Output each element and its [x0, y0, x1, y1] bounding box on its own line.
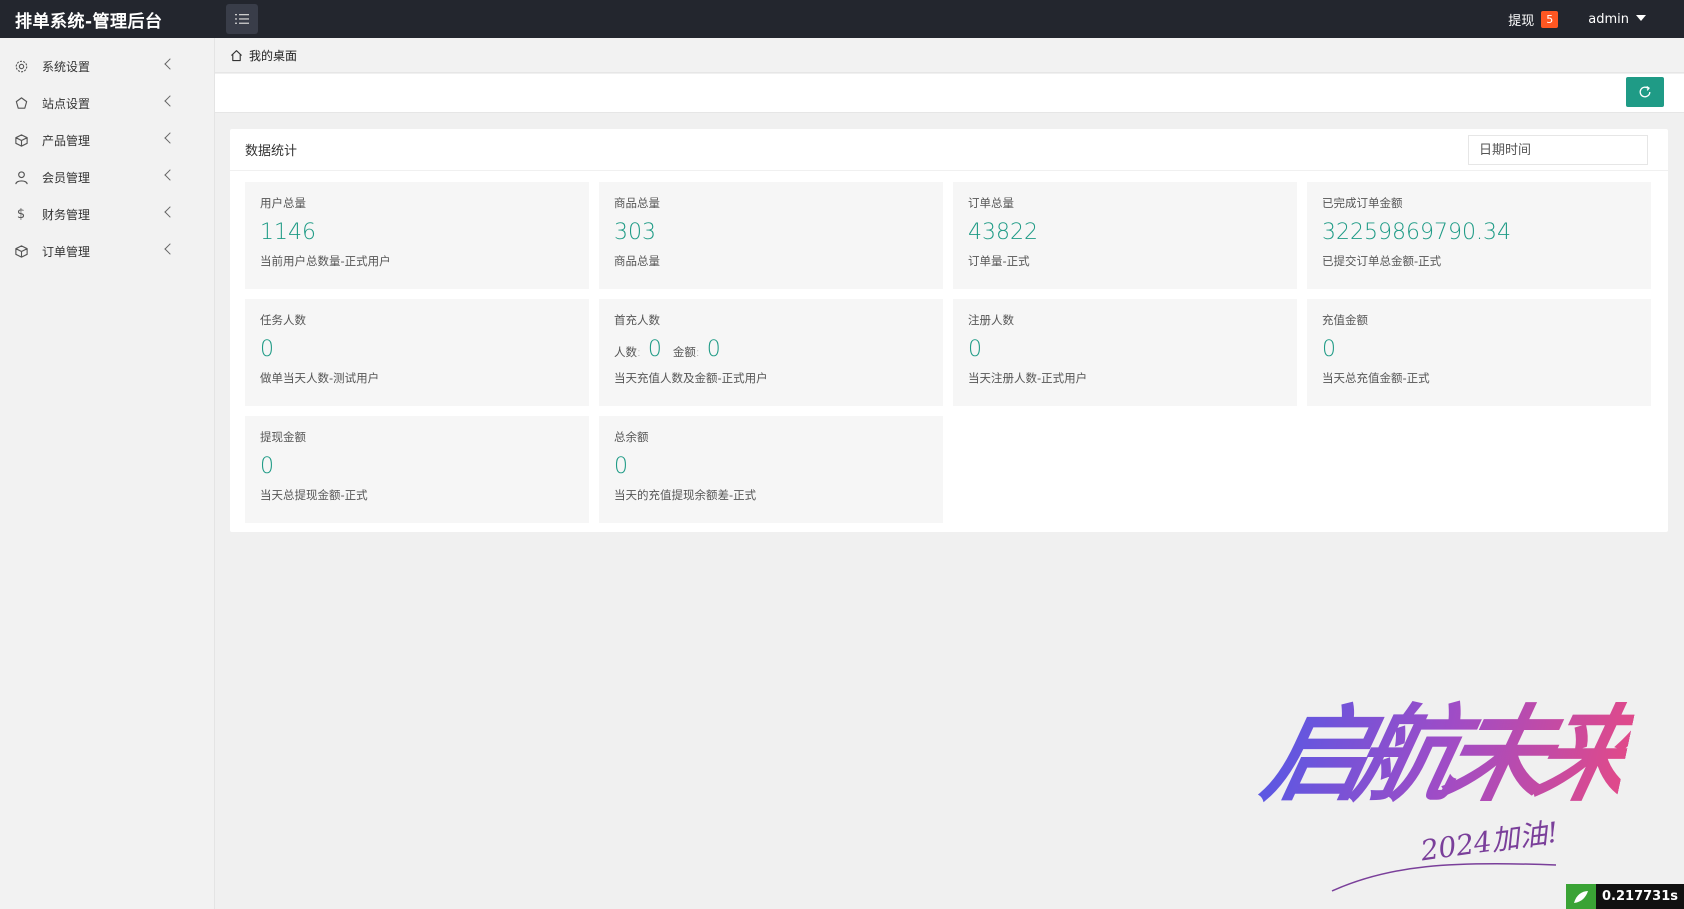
- stat-value: 0: [1322, 337, 1336, 362]
- stat-description: 订单量-正式: [968, 254, 1030, 268]
- sidebar-item-label: 产品管理: [42, 134, 91, 148]
- count-label: 人数:: [614, 345, 641, 359]
- stat-value: 0: [260, 454, 274, 479]
- dollar-icon: $: [16, 207, 26, 222]
- stat-title: 首充人数: [614, 313, 660, 327]
- stats-panel: 数据统计 用户总量 1146 当前用户总数量-正式用户 商品总量 303 商品总…: [230, 129, 1668, 532]
- sidebar-item-label: 系统设置: [42, 60, 91, 74]
- stat-title: 用户总量: [260, 196, 306, 210]
- stat-card-recharge-amount: 充值金额 0 当天总充值金额-正式: [1307, 299, 1651, 406]
- list-icon: [235, 14, 249, 24]
- refresh-button[interactable]: [1626, 77, 1664, 107]
- amount-value: 0: [706, 337, 721, 362]
- stat-description: 已提交订单总金额-正式: [1322, 254, 1442, 268]
- stats-grid: 用户总量 1146 当前用户总数量-正式用户 商品总量 303 商品总量 订单总…: [245, 182, 1653, 523]
- stat-card-total-balance: 总余额 0 当天的充值提现余额差-正式: [599, 416, 943, 523]
- stats-panel-header: 数据统计: [230, 129, 1668, 171]
- sidebar-item-label: 站点设置: [42, 97, 91, 111]
- sidebar-item-product-management[interactable]: 产品管理: [0, 122, 214, 159]
- box-icon: [13, 133, 29, 149]
- stat-value: 0: [260, 337, 274, 362]
- sidebar-item-site-settings[interactable]: 站点设置: [0, 85, 214, 122]
- user-name: admin: [1588, 11, 1629, 27]
- stat-card-completed-order-amount: 已完成订单金额 32259869790.34 已提交订单总金额-正式: [1307, 182, 1651, 289]
- stat-value: 303: [614, 220, 656, 245]
- top-header: 排单系统-管理后台 提现 5 admin: [0, 0, 1684, 38]
- stat-value: 1146: [260, 220, 316, 245]
- chevron-left-icon: [164, 58, 176, 70]
- stat-card-first-recharge: 首充人数 人数: 0 金额: 0 当天充值人数及金额-正式用户: [599, 299, 943, 406]
- withdraw-label: 提现: [1508, 13, 1535, 29]
- stat-card-registrations: 注册人数 0 当天注册人数-正式用户: [953, 299, 1297, 406]
- stat-description: 做单当天人数-测试用户: [260, 371, 380, 385]
- gear-icon: [13, 59, 29, 75]
- caret-down-icon: [1636, 14, 1646, 21]
- stat-description: 当天总提现金额-正式: [260, 488, 368, 502]
- sidebar-item-order-management[interactable]: 订单管理: [0, 233, 214, 270]
- stat-value: 43822: [968, 220, 1038, 245]
- stats-panel-title: 数据统计: [245, 144, 298, 159]
- watermark-main-text: 启航未来: [1252, 670, 1644, 821]
- leaf-icon: [1566, 884, 1596, 909]
- stat-title: 已完成订单金额: [1322, 196, 1403, 210]
- box-icon: [13, 244, 29, 260]
- stat-title: 总余额: [614, 430, 649, 444]
- chevron-left-icon: [164, 95, 176, 107]
- sidebar-item-system-settings[interactable]: 系统设置: [0, 48, 214, 85]
- withdraw-link[interactable]: 提现 5: [1508, 10, 1559, 29]
- stat-description: 当天总充值金额-正式: [1322, 371, 1430, 385]
- home-icon: [231, 49, 242, 61]
- sidebar-item-finance-management[interactable]: $ 财务管理: [0, 196, 214, 233]
- chevron-left-icon: [164, 206, 176, 218]
- date-time-input[interactable]: [1468, 135, 1648, 165]
- chevron-left-icon: [164, 169, 176, 181]
- app-title: 排单系统-管理后台: [15, 11, 163, 32]
- page-timer: 0.217731s: [1566, 884, 1684, 909]
- stat-title: 订单总量: [968, 196, 1014, 210]
- sidebar-item-label: 财务管理: [42, 208, 91, 222]
- sidebar-item-label: 订单管理: [42, 245, 91, 259]
- stat-title: 注册人数: [968, 313, 1014, 327]
- stat-description: 当天的充值提现余额差-正式: [614, 488, 757, 502]
- watermark-logo: 启航未来 2024加油!: [1250, 670, 1680, 900]
- stat-description: 当天注册人数-正式用户: [968, 371, 1088, 385]
- breadcrumb-current[interactable]: 我的桌面: [249, 47, 297, 64]
- cycle-icon: [13, 96, 29, 112]
- stat-title: 提现金额: [260, 430, 306, 444]
- chevron-left-icon: [164, 243, 176, 255]
- stat-title: 任务人数: [260, 313, 306, 327]
- stat-card-total-orders: 订单总量 43822 订单量-正式: [953, 182, 1297, 289]
- user-icon: [13, 170, 29, 186]
- stat-value: 0: [968, 337, 982, 362]
- timer-value: 0.217731s: [1596, 884, 1684, 909]
- stat-card-task-users: 任务人数 0 做单当天人数-测试用户: [245, 299, 589, 406]
- withdraw-badge: 5: [1541, 10, 1559, 28]
- stat-card-total-users: 用户总量 1146 当前用户总数量-正式用户: [245, 182, 589, 289]
- refresh-icon: [1639, 86, 1651, 98]
- sidebar-item-label: 会员管理: [42, 171, 91, 185]
- stat-card-total-products: 商品总量 303 商品总量: [599, 182, 943, 289]
- count-value: 0: [647, 337, 662, 362]
- sidebar: 系统设置 站点设置 产品管理 会员管理 $ 财务管理 订单管理: [0, 38, 215, 909]
- watermark-swoosh: [1331, 862, 1557, 892]
- stat-title: 充值金额: [1322, 313, 1368, 327]
- stat-value: 32259869790.34: [1322, 220, 1511, 245]
- stat-description: 当天充值人数及金额-正式用户: [614, 371, 768, 385]
- stat-description: 当前用户总数量-正式用户: [260, 254, 391, 268]
- stat-value-combined: 人数: 0 金额: 0: [614, 336, 928, 364]
- toolbar: [215, 74, 1684, 113]
- breadcrumb: 我的桌面: [215, 38, 1684, 73]
- menu-toggle-button[interactable]: [226, 4, 258, 34]
- sidebar-item-member-management[interactable]: 会员管理: [0, 159, 214, 196]
- stat-title: 商品总量: [614, 196, 660, 210]
- stat-value: 0: [614, 454, 628, 479]
- amount-label: 金额:: [672, 345, 700, 359]
- chevron-left-icon: [164, 132, 176, 144]
- stat-description: 商品总量: [614, 254, 660, 268]
- user-menu[interactable]: admin: [1588, 12, 1646, 27]
- stat-card-withdraw-amount: 提现金额 0 当天总提现金额-正式: [245, 416, 589, 523]
